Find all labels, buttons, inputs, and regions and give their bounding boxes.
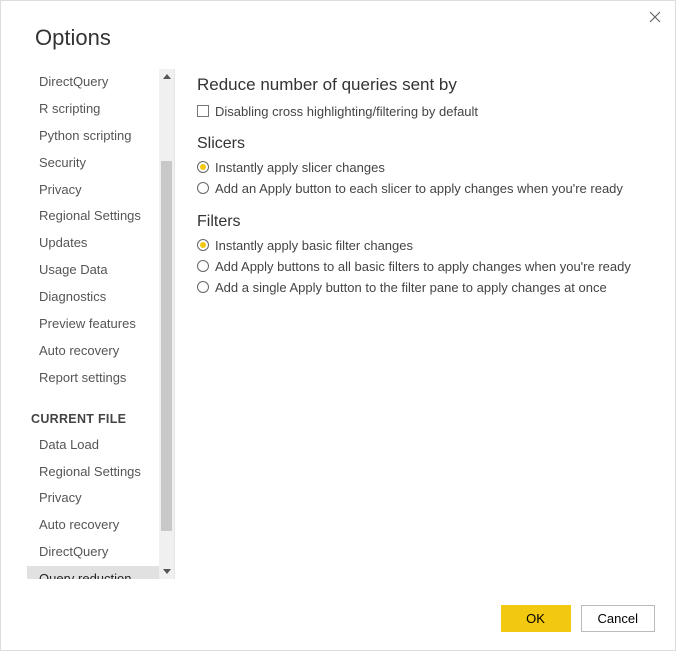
radio-label: Instantly apply slicer changes: [215, 159, 385, 177]
radio-filter-apply-each[interactable]: Add Apply buttons to all basic filters t…: [197, 258, 655, 276]
radio-filter-apply-single[interactable]: Add a single Apply button to the filter …: [197, 279, 655, 297]
radio-icon: [197, 161, 209, 173]
radio-slicer-apply-button[interactable]: Add an Apply button to each slicer to ap…: [197, 180, 655, 198]
radio-label: Add an Apply button to each slicer to ap…: [215, 180, 623, 198]
sidebar: DirectQuery R scripting Python scripting…: [27, 69, 175, 579]
sidebar-item-updates[interactable]: Updates: [27, 230, 159, 257]
radio-label: Add a single Apply button to the filter …: [215, 279, 607, 297]
scrollbar-thumb[interactable]: [161, 161, 172, 531]
sidebar-item-report-settings-global[interactable]: Report settings: [27, 365, 159, 392]
sidebar-item-r-scripting[interactable]: R scripting: [27, 96, 159, 123]
dialog-footer: OK Cancel: [501, 605, 655, 632]
sidebar-item-preview-features[interactable]: Preview features: [27, 311, 159, 338]
sidebar-item-usage-data[interactable]: Usage Data: [27, 257, 159, 284]
sidebar-item-regional-file[interactable]: Regional Settings: [27, 459, 159, 486]
sidebar-item-regional-global[interactable]: Regional Settings: [27, 203, 159, 230]
section-slicers-title: Slicers: [197, 135, 655, 153]
sidebar-section-current-file: CURRENT FILE: [27, 392, 159, 432]
radio-label: Add Apply buttons to all basic filters t…: [215, 258, 631, 276]
sidebar-item-diagnostics[interactable]: Diagnostics: [27, 284, 159, 311]
dialog-title: Options: [1, 1, 675, 69]
checkbox-disable-cross-highlight[interactable]: Disabling cross highlighting/filtering b…: [197, 103, 655, 121]
close-button[interactable]: [649, 11, 661, 27]
close-icon: [649, 10, 661, 27]
sidebar-item-privacy-file[interactable]: Privacy: [27, 485, 159, 512]
section-reduce-title: Reduce number of queries sent by: [197, 75, 655, 95]
section-filters-title: Filters: [197, 213, 655, 231]
radio-filter-instant[interactable]: Instantly apply basic filter changes: [197, 237, 655, 255]
sidebar-list: DirectQuery R scripting Python scripting…: [27, 69, 159, 579]
cancel-button[interactable]: Cancel: [581, 605, 655, 632]
ok-button[interactable]: OK: [501, 605, 571, 632]
content-pane: Reduce number of queries sent by Disabli…: [175, 69, 675, 579]
sidebar-scrollbar[interactable]: [159, 69, 174, 579]
radio-icon: [197, 260, 209, 272]
sidebar-item-data-load[interactable]: Data Load: [27, 432, 159, 459]
scroll-down-icon[interactable]: [163, 569, 171, 574]
radio-slicer-instant[interactable]: Instantly apply slicer changes: [197, 159, 655, 177]
checkbox-label: Disabling cross highlighting/filtering b…: [215, 103, 478, 121]
radio-label: Instantly apply basic filter changes: [215, 237, 413, 255]
radio-icon: [197, 182, 209, 194]
sidebar-item-directquery-file[interactable]: DirectQuery: [27, 539, 159, 566]
checkbox-icon: [197, 105, 209, 117]
sidebar-item-auto-recovery-file[interactable]: Auto recovery: [27, 512, 159, 539]
radio-icon: [197, 281, 209, 293]
scroll-up-icon[interactable]: [163, 74, 171, 79]
sidebar-item-query-reduction[interactable]: Query reduction: [27, 566, 159, 579]
radio-icon: [197, 239, 209, 251]
sidebar-item-security[interactable]: Security: [27, 150, 159, 177]
sidebar-item-auto-recovery-global[interactable]: Auto recovery: [27, 338, 159, 365]
sidebar-item-python-scripting[interactable]: Python scripting: [27, 123, 159, 150]
sidebar-item-privacy-global[interactable]: Privacy: [27, 177, 159, 204]
sidebar-item-directquery-global[interactable]: DirectQuery: [27, 69, 159, 96]
